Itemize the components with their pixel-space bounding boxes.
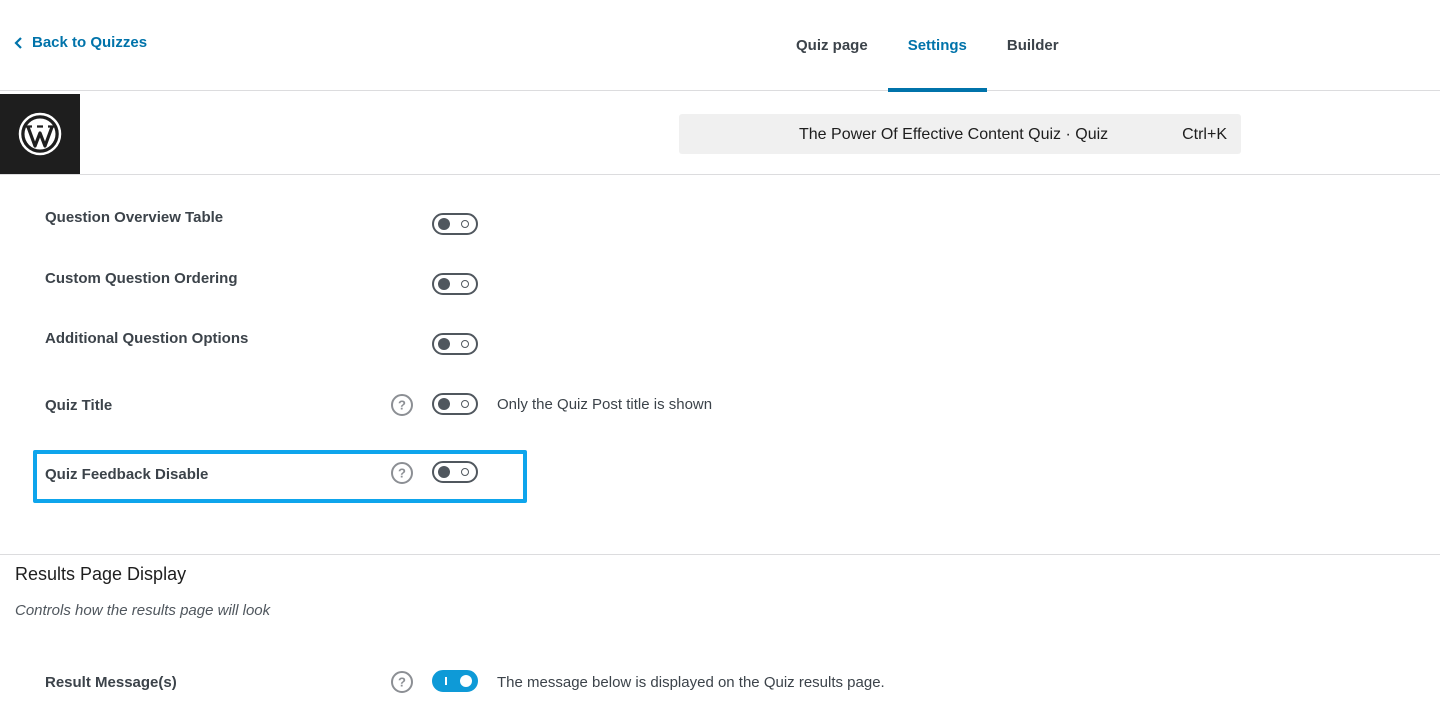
setting-description: Only the Quiz Post title is shown: [497, 396, 713, 413]
toggle-knob: [438, 218, 450, 230]
toggle-off-indicator: [461, 220, 469, 228]
tab-bar: Quiz page Settings Builder: [776, 0, 1079, 92]
setting-label: Custom Question Ordering: [45, 270, 238, 287]
setting-additional-question-options: Additional Question Options: [0, 326, 1000, 366]
question-overview-table-toggle[interactable]: [432, 213, 478, 235]
tab-settings[interactable]: Settings: [887, 0, 988, 92]
help-icon[interactable]: ?: [390, 670, 414, 694]
setting-description: The message below is displayed on the Qu…: [497, 674, 885, 691]
help-icon[interactable]: ?: [390, 461, 414, 485]
setting-quiz-feedback-disable: Quiz Feedback Disable ?: [0, 456, 1000, 496]
toggle-knob: [460, 675, 472, 687]
back-to-quizzes-link[interactable]: Back to Quizzes: [14, 34, 147, 51]
section-divider: [0, 554, 1440, 555]
setting-question-overview-table: Question Overview Table: [0, 205, 1000, 245]
setting-result-messages: Result Message(s) ? The message below is…: [0, 666, 1000, 706]
toggle-knob: [438, 398, 450, 410]
toggle-knob: [438, 278, 450, 290]
toggle-on-indicator: [445, 677, 447, 685]
help-icon[interactable]: ?: [390, 393, 414, 417]
setting-custom-question-ordering: Custom Question Ordering: [0, 266, 1000, 306]
tab-builder[interactable]: Builder: [987, 0, 1079, 91]
section-title: Results Page Display: [15, 564, 187, 584]
toggle-off-indicator: [461, 400, 469, 408]
custom-question-ordering-toggle[interactable]: [432, 273, 478, 295]
wordpress-icon: [18, 112, 62, 156]
document-title: The Power Of Effective Content Quiz · Qu…: [799, 126, 1109, 143]
setting-quiz-title: Quiz Title ? Only the Quiz Post title is…: [0, 388, 1000, 428]
setting-label: Result Message(s): [45, 674, 177, 691]
toggle-off-indicator: [461, 468, 469, 476]
toggle-knob: [438, 466, 450, 478]
setting-label: Additional Question Options: [45, 330, 249, 347]
wordpress-logo-button[interactable]: [0, 94, 80, 174]
result-messages-toggle[interactable]: [432, 670, 478, 692]
svg-text:?: ?: [398, 675, 406, 690]
editor-header: The Power Of Effective Content Quiz · Qu…: [0, 92, 1440, 175]
setting-label: Quiz Title: [45, 397, 113, 414]
quiz-feedback-disable-toggle[interactable]: [432, 461, 478, 483]
quiz-title-toggle[interactable]: [432, 393, 478, 415]
command-palette-button[interactable]: The Power Of Effective Content Quiz · Qu…: [679, 114, 1241, 154]
setting-label: Quiz Feedback Disable: [45, 466, 209, 483]
section-subtitle: Controls how the results page will look: [15, 602, 271, 619]
toggle-off-indicator: [461, 340, 469, 348]
additional-question-options-toggle[interactable]: [432, 333, 478, 355]
toggle-off-indicator: [461, 280, 469, 288]
setting-label: Question Overview Table: [45, 209, 224, 226]
toggle-knob: [438, 338, 450, 350]
svg-text:?: ?: [398, 398, 406, 413]
svg-text:?: ?: [398, 466, 406, 481]
tab-quiz-page[interactable]: Quiz page: [776, 0, 888, 91]
top-navigation: Back to Quizzes Quiz page Settings Build…: [0, 0, 1440, 92]
back-link-label: Back to Quizzes: [32, 34, 148, 51]
chevron-left-icon: [14, 36, 22, 49]
keyboard-shortcut: Ctrl+K: [1182, 126, 1227, 143]
